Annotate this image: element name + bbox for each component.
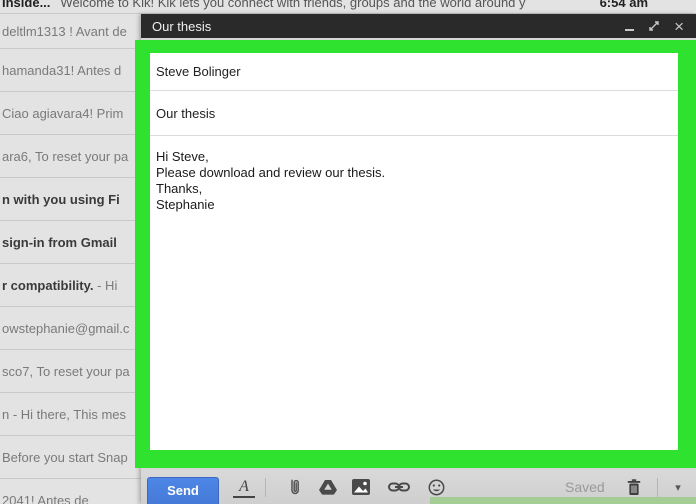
body-line: Thanks, [156, 181, 203, 196]
toolbar-divider [657, 478, 658, 497]
more-options-chevron-icon[interactable]: ▾ [669, 476, 687, 498]
close-icon[interactable]: × [674, 18, 684, 35]
discard-draft-icon[interactable] [623, 476, 645, 498]
compose-header[interactable]: Our thesis × [141, 14, 696, 38]
watermark-strip [430, 497, 696, 504]
body-line: Stephanie [156, 197, 215, 212]
saved-status: Saved [565, 479, 605, 495]
compose-form: Steve Bolinger Our thesis Hi Steve, Plea… [150, 53, 678, 450]
subject-field[interactable]: Our thesis [150, 91, 678, 136]
toolbar-divider [265, 478, 266, 497]
insert-link-icon[interactable] [386, 476, 412, 498]
formatting-options-icon[interactable]: A [233, 478, 255, 498]
inbox-row-top[interactable]: Inside... Welcome to Kik! Kik lets you co… [0, 0, 696, 14]
google-drive-icon[interactable] [317, 476, 339, 498]
window-controls: × [625, 18, 696, 35]
body-line: Hi Steve, [156, 149, 209, 164]
inbox-sender: Inside... [2, 0, 51, 10]
attach-file-icon[interactable] [285, 476, 305, 498]
inbox-snippet: Welcome to Kik! Kik lets you connect wit… [60, 0, 526, 10]
compose-window-title: Our thesis [152, 18, 212, 34]
expand-icon[interactable] [648, 18, 660, 34]
recipient-field[interactable]: Steve Bolinger [150, 53, 678, 91]
insert-photo-icon[interactable] [350, 476, 372, 498]
inbox-time: 6:54 am [599, 0, 648, 10]
highlight-rectangle: Steve Bolinger Our thesis Hi Steve, Plea… [135, 40, 696, 468]
compose-window: Our thesis × Steve Bolinger Our thesis H… [135, 14, 696, 504]
message-body[interactable]: Hi Steve, Please download and review our… [150, 136, 678, 226]
screen: Inside... Welcome to Kik! Kik lets you co… [0, 0, 696, 504]
insert-emoji-icon[interactable] [425, 476, 447, 498]
send-button[interactable]: Send [147, 477, 219, 504]
minimize-icon[interactable] [625, 18, 635, 34]
body-line: Please download and review our thesis. [156, 165, 386, 180]
